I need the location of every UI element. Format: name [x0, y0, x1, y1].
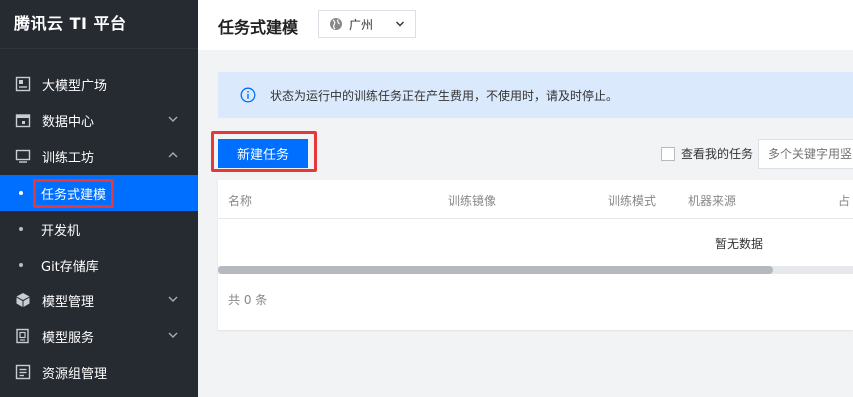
column-header-mode[interactable]: 训练模式 — [608, 192, 656, 209]
my-tasks-label: 查看我的任务 — [681, 147, 754, 161]
scrollbar-thumb[interactable] — [218, 266, 773, 274]
cube-icon — [14, 291, 32, 309]
page-title: 任务式建模 — [218, 18, 299, 37]
sidebar-item-model-service[interactable]: 模型服务 — [0, 319, 198, 353]
document-icon — [14, 327, 32, 345]
chevron-down-icon — [168, 296, 178, 302]
my-tasks-checkbox[interactable] — [661, 146, 675, 161]
monitor-icon — [14, 147, 32, 165]
region-value: 广州 — [349, 17, 374, 32]
bullet-icon — [19, 263, 23, 267]
sidebar-item-label: 模型服务 — [42, 330, 95, 346]
sidebar-subitem-dev-machine[interactable]: 开发机 — [0, 211, 198, 247]
app-title: 腾讯云 TI 平台 — [0, 0, 198, 49]
sidebar-item-label: 模型管理 — [42, 294, 95, 310]
column-header-name[interactable]: 名称 — [228, 192, 252, 209]
my-tasks-toggle[interactable]: 查看我的任务 — [661, 145, 753, 162]
column-header-image[interactable]: 训练镜像 — [448, 192, 496, 209]
globe-icon — [330, 18, 342, 30]
chevron-down-icon — [168, 332, 178, 338]
sidebar-item-label: 训练工坊 — [42, 150, 95, 166]
sidebar: 腾讯云 TI 平台 大模型广场 数据中心 训练工坊 任务式建模 开发机 Git存… — [0, 0, 198, 397]
model-plaza-icon — [14, 75, 32, 93]
chevron-up-icon — [168, 152, 178, 158]
total-count: 共 0 条 — [228, 293, 268, 307]
list-icon — [14, 363, 32, 381]
sidebar-item-label: 任务式建模 — [33, 178, 115, 208]
sidebar-item-label: Git存储库 — [41, 259, 99, 275]
sidebar-item-label: 大模型广场 — [42, 78, 108, 94]
sidebar-item-label: 资源组管理 — [42, 366, 108, 382]
chevron-down-icon — [396, 21, 404, 27]
header: 任务式建模 广州 — [198, 0, 853, 50]
sidebar-item-resource-group[interactable]: 资源组管理 — [0, 355, 198, 389]
region-select[interactable]: 广州 — [318, 10, 416, 38]
sidebar-item-model-management[interactable]: 模型管理 — [0, 283, 198, 317]
bullet-icon — [19, 227, 23, 231]
notice-text: 状态为运行中的训练任务正在产生费用，不使用时，请及时停止。 — [270, 88, 619, 103]
new-task-button[interactable]: 新建任务 — [218, 139, 308, 168]
horizontal-scrollbar[interactable] — [218, 266, 853, 274]
sidebar-item-model-plaza[interactable]: 大模型广场 — [0, 67, 198, 101]
sidebar-item-label: 开发机 — [41, 223, 81, 239]
task-table: 名称 训练镜像 训练模式 机器来源 占 暂无数据 共 0 条 — [218, 180, 853, 330]
sidebar-subitem-git-repo[interactable]: Git存储库 — [0, 247, 198, 283]
sidebar-item-label: 数据中心 — [42, 114, 95, 130]
table-header: 名称 训练镜像 训练模式 机器来源 占 — [218, 180, 853, 219]
search-input[interactable] — [758, 139, 853, 169]
calendar-icon — [14, 111, 32, 129]
bullet-icon — [19, 191, 23, 195]
sidebar-item-training[interactable]: 训练工坊 — [0, 139, 198, 173]
notice-banner: 状态为运行中的训练任务正在产生费用，不使用时，请及时停止。 — [218, 72, 853, 118]
sidebar-item-data-center[interactable]: 数据中心 — [0, 103, 198, 137]
info-icon — [240, 87, 256, 103]
empty-text: 暂无数据 — [715, 237, 764, 251]
column-header-occupied[interactable]: 占 — [838, 192, 850, 209]
empty-state: 暂无数据 — [218, 218, 853, 264]
column-header-machine-source[interactable]: 机器来源 — [688, 192, 736, 209]
chevron-down-icon — [168, 116, 178, 122]
sidebar-subitem-task-modeling[interactable]: 任务式建模 — [0, 175, 198, 211]
